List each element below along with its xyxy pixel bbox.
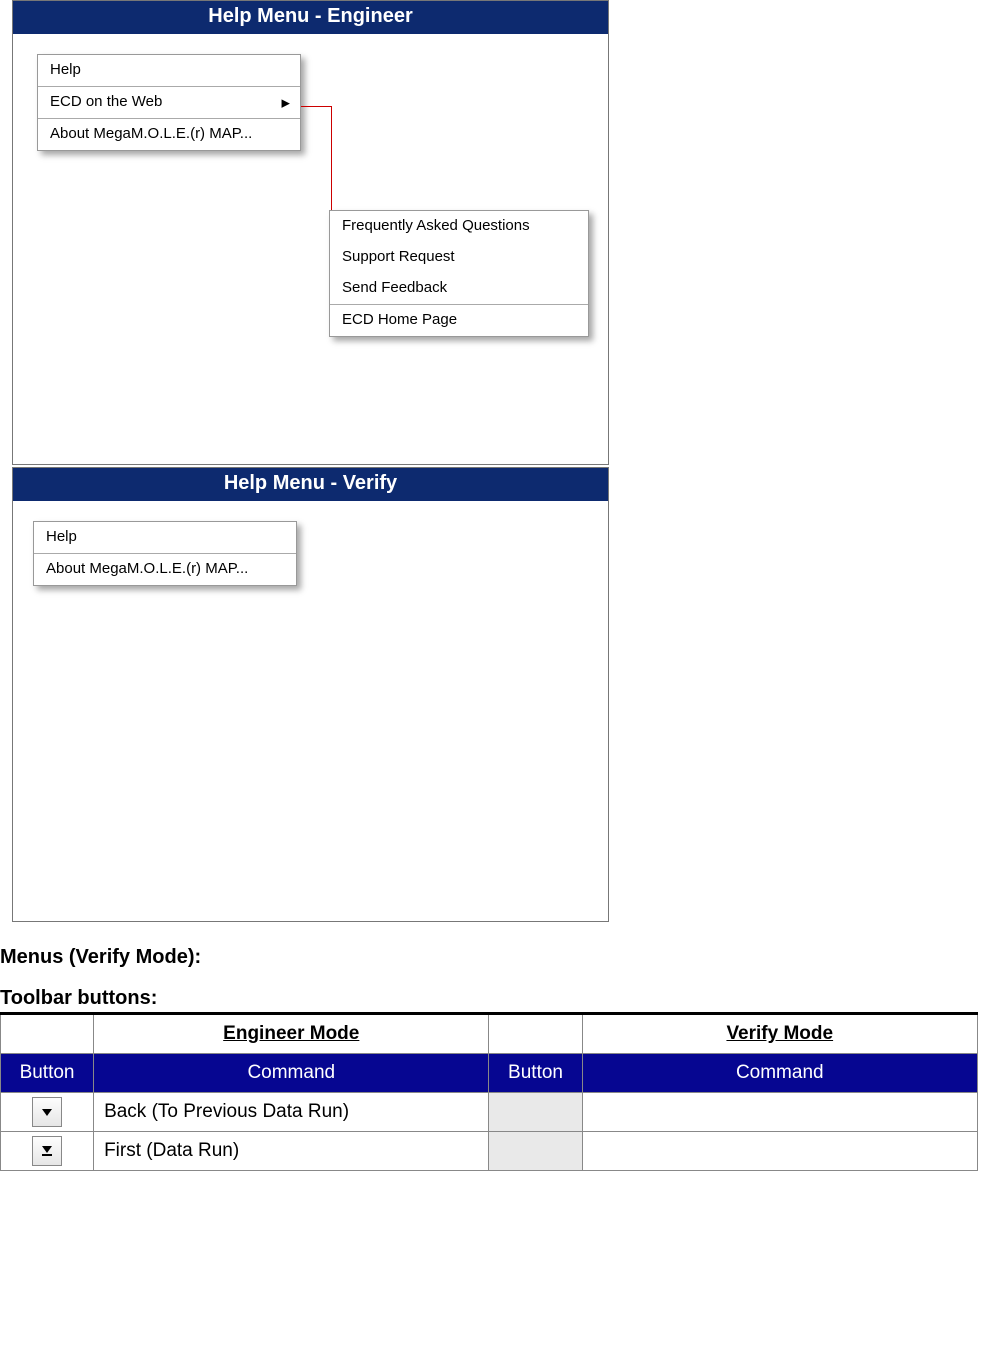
table-header-row: Button Command Button Command (1, 1054, 978, 1093)
col-header-button: Button (489, 1054, 582, 1093)
command-cell (582, 1093, 977, 1132)
menu-item-label: About MegaM.O.L.E.(r) MAP... (46, 560, 248, 577)
menu-item-about[interactable]: About MegaM.O.L.E.(r) MAP... (38, 119, 300, 150)
submenu-item-home[interactable]: ECD Home Page (330, 305, 588, 336)
command-cell: First (Data Run) (94, 1132, 489, 1171)
table-row: First (Data Run) (1, 1132, 978, 1171)
menu-item-label: ECD Home Page (342, 311, 457, 328)
help-menu-engineer: Help ECD on the Web ▶ About MegaM.O.L.E.… (37, 54, 301, 151)
col-header-command: Command (582, 1054, 977, 1093)
submenu-arrow-icon: ▶ (282, 96, 290, 109)
figure-help-engineer: Help Menu - Engineer Help ECD on the Web… (12, 0, 609, 465)
menu-item-label: Help (50, 61, 81, 78)
toolbar-table: Engineer Mode Verify Mode Button Command… (0, 1012, 978, 1171)
menu-item-label: Help (46, 528, 77, 545)
col-header-button: Button (1, 1054, 94, 1093)
empty-cell (489, 1014, 582, 1054)
menu-item-about[interactable]: About MegaM.O.L.E.(r) MAP... (34, 554, 296, 585)
figure-body: Help ECD on the Web ▶ About MegaM.O.L.E.… (13, 34, 608, 464)
menu-item-label: Send Feedback (342, 279, 447, 296)
group-header-verify: Verify Mode (582, 1014, 977, 1054)
table-group-row: Engineer Mode Verify Mode (1, 1014, 978, 1054)
group-header-engineer: Engineer Mode (94, 1014, 489, 1054)
empty-cell (1, 1014, 94, 1054)
help-submenu-ecd: Frequently Asked Questions Support Reque… (329, 210, 589, 337)
button-cell (1, 1132, 94, 1171)
button-cell (1, 1093, 94, 1132)
first-button[interactable] (32, 1136, 62, 1166)
help-menu-verify: Help About MegaM.O.L.E.(r) MAP... (33, 521, 297, 586)
menu-item-help[interactable]: Help (34, 522, 296, 554)
menu-item-help[interactable]: Help (38, 55, 300, 87)
heading-toolbar-buttons: Toolbar buttons: (0, 987, 995, 1010)
menu-item-label: Frequently Asked Questions (342, 217, 530, 234)
submenu-item-support[interactable]: Support Request (330, 242, 588, 273)
command-cell: Back (To Previous Data Run) (94, 1093, 489, 1132)
submenu-connector (301, 106, 332, 212)
command-cell (582, 1132, 977, 1171)
submenu-item-faq[interactable]: Frequently Asked Questions (330, 211, 588, 242)
heading-menus-verify: Menus (Verify Mode): (0, 946, 995, 969)
figure-body: Help About MegaM.O.L.E.(r) MAP... (13, 501, 608, 921)
submenu-item-feedback[interactable]: Send Feedback (330, 273, 588, 305)
table-row: Back (To Previous Data Run) (1, 1093, 978, 1132)
down-bar-arrow-icon (40, 1144, 54, 1158)
col-header-command: Command (94, 1054, 489, 1093)
menu-item-label: ECD on the Web (50, 93, 162, 110)
down-arrow-icon (40, 1105, 54, 1119)
menu-item-label: Support Request (342, 248, 455, 265)
figure-title: Help Menu - Verify (13, 468, 608, 501)
back-button[interactable] (32, 1097, 62, 1127)
button-cell-empty (489, 1093, 582, 1132)
menu-item-label: About MegaM.O.L.E.(r) MAP... (50, 125, 252, 142)
figure-help-verify: Help Menu - Verify Help About MegaM.O.L.… (12, 467, 609, 922)
figure-title: Help Menu - Engineer (13, 1, 608, 34)
menu-item-ecd-web[interactable]: ECD on the Web ▶ (38, 87, 300, 119)
button-cell-empty (489, 1132, 582, 1171)
